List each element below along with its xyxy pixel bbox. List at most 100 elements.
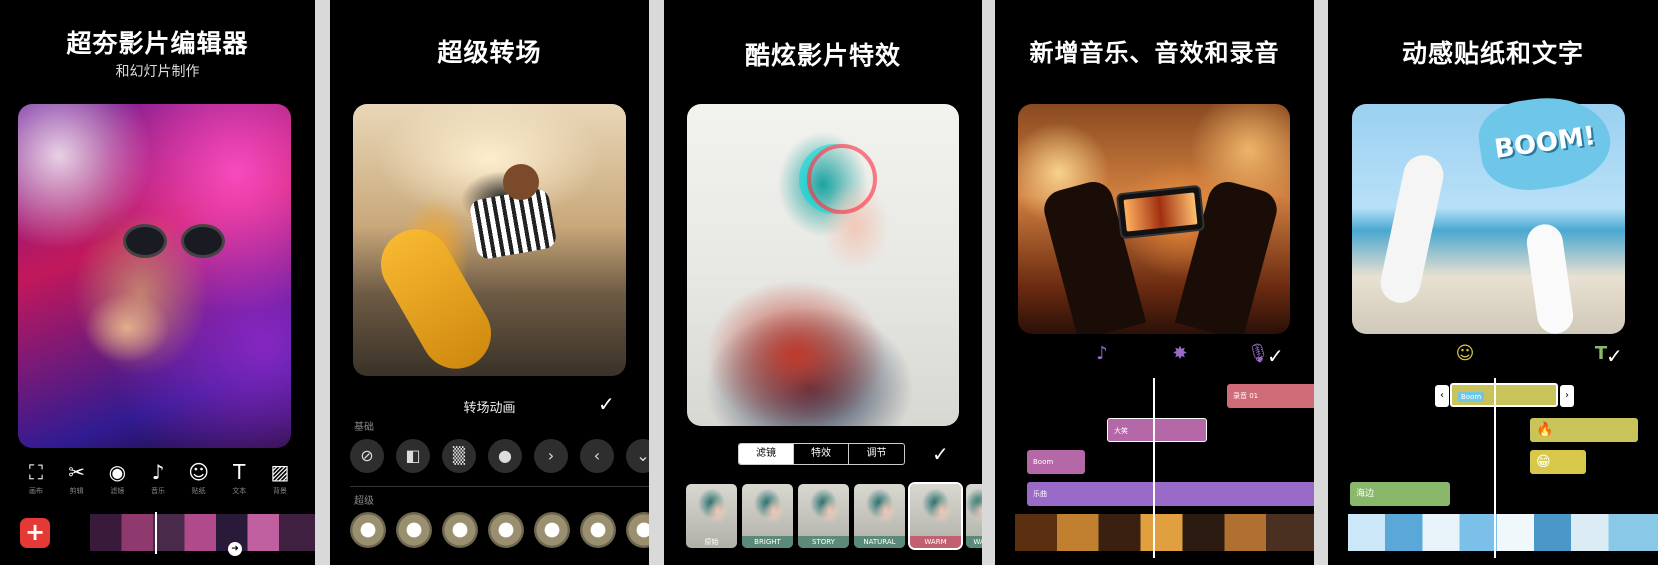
filter-label: WARM [910, 536, 961, 548]
tool-label: 滤镜 [110, 487, 125, 495]
super-transition-3[interactable] [442, 512, 478, 548]
tool-label: 背景 [272, 487, 287, 495]
trim-handle-right[interactable]: › [1560, 385, 1574, 407]
divider [350, 486, 649, 487]
group-label-super: 超级 [354, 496, 374, 507]
tool-background[interactable]: ▨ 背景 [262, 460, 298, 496]
tab-effects[interactable]: 特效 [794, 444, 849, 464]
panel-title: 酷炫影片特效 [744, 41, 901, 70]
basic-transitions-row: ⊘ ◧ ▒ ● › ‹ ⌄ [350, 439, 649, 473]
tool-cut[interactable]: ✂ 剪辑 [59, 460, 95, 496]
canvas-icon: ⛶ [29, 460, 43, 484]
standing-person [1524, 222, 1576, 336]
background-icon: ▨ [270, 460, 290, 484]
filter-thumb-original[interactable]: 原始 [686, 484, 737, 548]
tool-filter[interactable]: ◉ 滤镜 [99, 460, 135, 496]
filter-thumb-natural[interactable]: NATURAL [854, 484, 905, 548]
screenshot-strip: 超夯影片编辑器 和幻灯片制作 ⛶ 画布 ✂ 剪辑 ◉ 滤镜 ♪ 音乐 ☺ 贴纸 T 文本 ▨… [0, 0, 1658, 565]
add-clip-button[interactable]: + [20, 518, 50, 548]
tool-sticker[interactable]: ☺ 贴纸 [181, 460, 217, 496]
filter-label: 原始 [704, 538, 719, 546]
music-note-icon[interactable]: ♪ [1090, 343, 1114, 364]
panel-audio: 新增音乐、音效和录音 ♪ ✸ 🎙 ✓ 录音 01 大笑 Boom 乐曲 [995, 0, 1314, 565]
confirm-check-icon[interactable]: ✓ [1606, 344, 1623, 368]
super-transition-5[interactable] [534, 512, 570, 548]
slide-left-transition-icon[interactable]: ‹ [580, 439, 614, 473]
overlay-type-icons: ☺ T [1453, 343, 1613, 364]
super-transition-2[interactable] [396, 512, 432, 548]
skater-head [503, 164, 539, 200]
scissors-icon: ✂ [68, 460, 86, 484]
video-timeline[interactable] [1015, 514, 1314, 551]
clip-boom[interactable]: Boom [1027, 450, 1085, 474]
tool-bar: ⛶ 画布 ✂ 剪辑 ◉ 滤镜 ♪ 音乐 ☺ 贴纸 T 文本 ▨ 背景 [18, 460, 298, 496]
preview-image-glitch-girl [687, 104, 959, 426]
dissolve-transition-icon[interactable]: ▒ [442, 439, 476, 473]
super-transition-1[interactable] [350, 512, 386, 548]
circle-transition-icon[interactable]: ● [488, 439, 522, 473]
tool-label: 剪辑 [69, 487, 84, 495]
fade-transition-icon[interactable]: ◧ [396, 439, 430, 473]
panel-effects: 酷炫影片特效 滤镜 特效 调节 ✓ 原始 BRIGHT STORY NATURA… [664, 0, 982, 565]
filter-thumb-story[interactable]: STORY [798, 484, 849, 548]
super-transition-6[interactable] [580, 512, 616, 548]
sticker-smiley-icon[interactable]: ☺ [1453, 343, 1477, 364]
preview-image-beach: BOOM! [1352, 89, 1625, 336]
clip-grin-sticker[interactable]: 😁 [1530, 450, 1586, 474]
filter-label: WA [966, 536, 982, 548]
sound-effect-icon[interactable]: ✸ [1168, 343, 1192, 364]
glitch-head [807, 144, 877, 214]
filter-label: STORY [798, 536, 849, 548]
clip-music[interactable]: 乐曲 [1027, 482, 1314, 506]
tool-label: 文本 [232, 487, 247, 495]
tool-canvas[interactable]: ⛶ 画布 [18, 460, 54, 496]
playhead[interactable] [1153, 378, 1155, 558]
none-transition-icon[interactable]: ⊘ [350, 439, 384, 473]
filter-label: NATURAL [854, 536, 905, 548]
confirm-check-icon[interactable]: ✓ [598, 392, 615, 416]
mini-boom-sticker: Boom [1458, 392, 1485, 402]
panel-title: 超夯影片编辑器 [66, 29, 249, 58]
confirm-check-icon[interactable]: ✓ [932, 442, 949, 466]
clip-fire-sticker[interactable]: 🔥 [1530, 418, 1638, 442]
tool-text[interactable]: T 文本 [221, 460, 257, 496]
jumping-person [1376, 151, 1448, 307]
super-transition-4[interactable] [488, 512, 524, 548]
tool-label: 画布 [29, 487, 43, 495]
panel-transitions: 超级转场 转场动画 ✓ 基础 ⊘ ◧ ▒ ● › ‹ ⌄ 超级 [330, 0, 649, 565]
super-transition-7[interactable] [626, 512, 649, 548]
clip-text-beach[interactable]: 海边 [1350, 482, 1450, 506]
panel-stickers: 动感贴纸和文字 BOOM! ☺ T ✓ ‹ Boom › 🔥 😁 海边 [1328, 0, 1658, 565]
smiley-icon: ☺ [188, 460, 210, 484]
timeline-arrow-icon[interactable]: ➜ [228, 542, 242, 556]
clip-recording[interactable]: 录音 01 [1227, 384, 1314, 408]
confirm-check-icon[interactable]: ✓ [1267, 344, 1284, 368]
playhead[interactable] [155, 512, 157, 554]
text-icon: T [233, 460, 246, 484]
tool-label: 音乐 [150, 487, 165, 495]
tab-filter[interactable]: 滤镜 [739, 444, 794, 464]
panel-title: 动感贴纸和文字 [1401, 39, 1584, 68]
filter-thumb-bright[interactable]: BRIGHT [742, 484, 793, 548]
audio-type-icons: ♪ ✸ 🎙 [1090, 343, 1270, 364]
filter-label: BRIGHT [742, 536, 793, 548]
filter-thumb-warm[interactable]: WARM [908, 482, 963, 550]
slide-down-transition-icon[interactable]: ⌄ [626, 439, 649, 473]
clip-boom-sticker[interactable]: Boom [1450, 383, 1558, 407]
panel-title: 超级转场 [437, 38, 542, 67]
clip-laugh[interactable]: 大笑 [1107, 418, 1207, 442]
group-label-basic: 基础 [354, 422, 374, 433]
filter-thumb-partial[interactable]: WA [966, 484, 982, 548]
tool-music[interactable]: ♪ 音乐 [140, 460, 176, 496]
trim-handle-left[interactable]: ‹ [1435, 385, 1449, 407]
sunglasses [123, 224, 233, 262]
video-timeline[interactable] [90, 514, 315, 551]
filter-icon: ◉ [108, 460, 127, 484]
slide-right-transition-icon[interactable]: › [534, 439, 568, 473]
panel-subtitle: 和幻灯片制作 [115, 64, 200, 80]
tab-adjust[interactable]: 调节 [849, 444, 904, 464]
boom-sticker[interactable]: BOOM! [1474, 89, 1616, 197]
video-timeline[interactable] [1348, 514, 1658, 551]
playhead[interactable] [1494, 378, 1496, 558]
preview-image-concert [1018, 104, 1290, 334]
